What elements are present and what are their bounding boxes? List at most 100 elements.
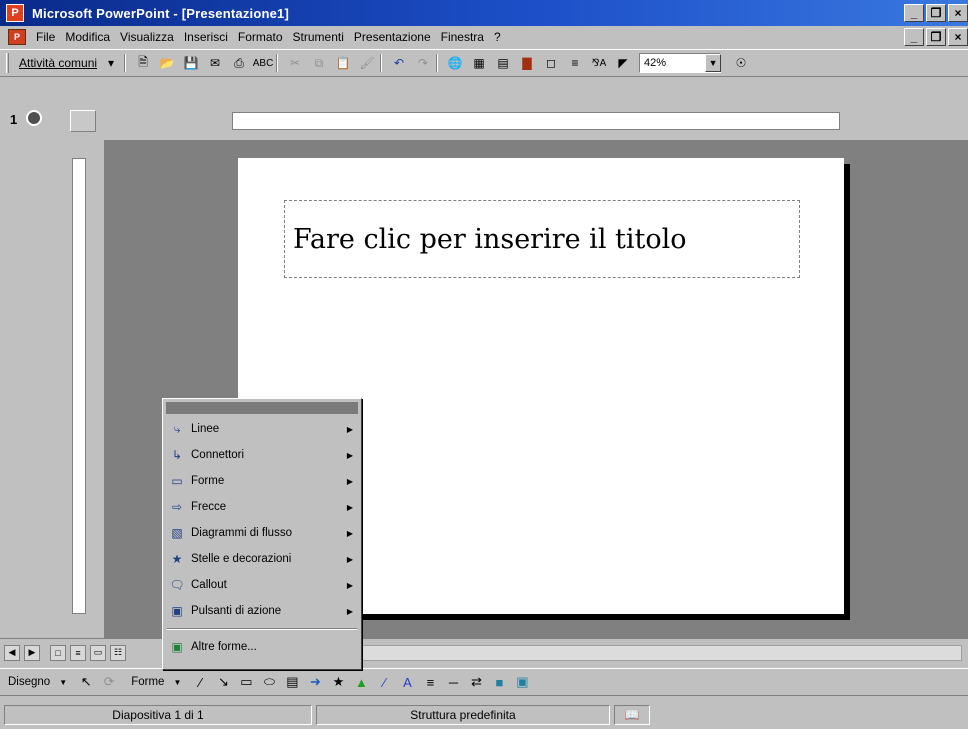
menu-item-connettori[interactable]: ↳ Connettori ▶ xyxy=(163,442,361,468)
insert-chart-icon[interactable]: ▇ xyxy=(517,53,537,73)
save-icon[interactable]: 💾 xyxy=(181,53,201,73)
menu-file[interactable]: File xyxy=(36,30,55,44)
menu-strumenti[interactable]: Strumenti xyxy=(293,30,344,44)
menu-item-altre-forme[interactable]: ▣ Altre forme... xyxy=(163,634,361,660)
undo-icon[interactable]: ↶ xyxy=(389,53,409,73)
horizontal-scrollbar[interactable] xyxy=(362,645,962,661)
toolbar-grip[interactable] xyxy=(6,53,9,73)
oval-icon[interactable]: ⬭ xyxy=(259,672,279,692)
zoom-value: 42% xyxy=(644,57,667,69)
menu-item-diagrammi-di-flusso[interactable]: ▧ Diagrammi di flusso ▶ xyxy=(163,520,361,546)
scroll-left-icon[interactable]: ◀ xyxy=(4,644,20,661)
autoshapes-arrow-icon[interactable]: ▼ xyxy=(167,672,187,692)
title-placeholder[interactable]: Fare clic per inserire il titolo xyxy=(284,200,800,278)
minimize-button[interactable]: _ xyxy=(904,4,924,22)
select-objects-icon[interactable]: ↖ xyxy=(76,672,96,692)
office-assistant-icon[interactable]: ☉ xyxy=(731,53,751,73)
new-document-icon[interactable]: 🗎 xyxy=(133,53,153,73)
menu-formato[interactable]: Formato xyxy=(238,30,283,44)
vertical-ruler[interactable] xyxy=(66,158,94,614)
toolbar-separator xyxy=(276,54,279,72)
status-design-text: Struttura predefinita xyxy=(410,707,516,722)
menu-item-label: Linee xyxy=(191,423,220,435)
outline-view-icon[interactable]: ≡ xyxy=(70,644,86,661)
menu-presentazione[interactable]: Presentazione xyxy=(354,30,431,44)
clipart-icon[interactable]: ★ xyxy=(328,672,348,692)
menu-help[interactable]: ? xyxy=(494,30,501,44)
menu-drag-handle[interactable] xyxy=(166,402,358,414)
menu-item-label: Stelle e decorazioni xyxy=(191,553,292,565)
vertical-ruler-scale xyxy=(72,158,86,614)
paste-icon[interactable]: 📋 xyxy=(333,53,353,73)
menu-item-callout[interactable]: 🗨 Callout ▶ xyxy=(163,572,361,598)
grayscale-icon[interactable]: ◤ xyxy=(613,53,633,73)
menu-item-pulsanti-di-azione[interactable]: ▣ Pulsanti di azione ▶ xyxy=(163,598,361,624)
normal-view-icon[interactable]: □ xyxy=(50,644,66,661)
zoom-dropdown-arrow-icon[interactable]: ▼ xyxy=(705,54,722,72)
3d-icon[interactable]: ▣ xyxy=(512,672,532,692)
arrow-icon[interactable]: ↘ xyxy=(213,672,233,692)
doc-restore-button[interactable]: ❐ xyxy=(926,28,946,46)
menu-finestra[interactable]: Finestra xyxy=(441,30,484,44)
expand-all-icon[interactable]: ≡ xyxy=(565,53,585,73)
document-icon[interactable]: P xyxy=(8,29,26,45)
status-slide-info: Diapositiva 1 di 1 xyxy=(4,704,312,725)
common-tasks-menu[interactable]: Attività comuni xyxy=(19,56,97,70)
slide-sorter-icon[interactable]: ☷ xyxy=(110,644,126,661)
show-formatting-icon[interactable]: ⅋A xyxy=(589,53,609,73)
ruler-corner xyxy=(70,110,96,132)
stars-banners-icon: ★ xyxy=(171,552,183,566)
draw-menu[interactable]: Disegno xyxy=(8,676,50,688)
doc-close-button[interactable]: × xyxy=(948,28,968,46)
line-style-icon[interactable]: ≡ xyxy=(420,672,440,692)
slide-view-icon[interactable]: ▭ xyxy=(90,644,106,661)
free-rotate-icon[interactable]: ⟳ xyxy=(99,672,119,692)
menu-item-stelle-e-decorazioni[interactable]: ★ Stelle e decorazioni ▶ xyxy=(163,546,361,572)
rectangle-icon[interactable]: ▭ xyxy=(236,672,256,692)
line-color-icon[interactable]: ∕ xyxy=(374,672,394,692)
menu-item-label: Forme xyxy=(191,475,225,487)
menu-item-linee[interactable]: ⤷ Linee ▶ xyxy=(163,416,361,442)
menu-modifica[interactable]: Modifica xyxy=(65,30,110,44)
insert-word-table-icon[interactable]: ▤ xyxy=(493,53,513,73)
title-placeholder-text: Fare clic per inserire il titolo xyxy=(293,223,687,255)
status-spell-check[interactable]: 📖 xyxy=(614,704,650,725)
menu-item-forme[interactable]: ▭ Forme ▶ xyxy=(163,468,361,494)
menu-item-frecce[interactable]: ⇨ Frecce ▶ xyxy=(163,494,361,520)
dropdown-arrow-icon[interactable]: ▾ xyxy=(101,53,121,73)
line-icon[interactable]: ∕ xyxy=(190,672,210,692)
dash-style-icon[interactable]: ─ xyxy=(443,672,463,692)
textbox-icon[interactable]: ▤ xyxy=(282,672,302,692)
menu-visualizza[interactable]: Visualizza xyxy=(120,30,174,44)
status-slide-info-text: Diapositiva 1 di 1 xyxy=(112,707,204,722)
scroll-right-icon[interactable]: ▶ xyxy=(24,644,40,661)
doc-minimize-button[interactable]: _ xyxy=(904,28,924,46)
format-painter-icon[interactable]: 🖌 xyxy=(357,53,377,73)
horizontal-ruler[interactable] xyxy=(232,112,840,130)
shadow-icon[interactable]: ■ xyxy=(489,672,509,692)
drawing-toolbar: Disegno ▼ ↖ ⟳ Forme ▼ ∕ ↘ ▭ ⬭ ▤ ➜ ★ ▲ ∕ … xyxy=(0,668,968,696)
restore-button[interactable]: ❐ xyxy=(926,4,946,22)
close-button[interactable]: × xyxy=(948,4,968,22)
email-icon[interactable]: ✉ xyxy=(205,53,225,73)
draw-menu-arrow-icon[interactable]: ▼ xyxy=(53,672,73,692)
open-folder-icon[interactable]: 📂 xyxy=(157,53,177,73)
spelling-icon[interactable]: ABC xyxy=(253,53,274,73)
font-color-icon[interactable]: A xyxy=(397,672,417,692)
autoshapes-menu[interactable]: Forme xyxy=(131,676,164,688)
cut-icon[interactable]: ✂ xyxy=(285,53,305,73)
autoshapes-menu-popup: ⤷ Linee ▶ ↳ Connettori ▶ ▭ Forme ▶ ⇨ Fre… xyxy=(162,398,362,670)
view-bar: ◀ ▶ □ ≡ ▭ ☷ xyxy=(0,638,968,666)
print-icon[interactable]: ⎙ xyxy=(229,53,249,73)
fill-color-icon[interactable]: ▲ xyxy=(351,672,371,692)
hyperlink-icon[interactable]: 🌐 xyxy=(445,53,465,73)
wordart-icon[interactable]: ➜ xyxy=(305,672,325,692)
menu-inserisci[interactable]: Inserisci xyxy=(184,30,228,44)
powerpoint-app-icon[interactable]: P xyxy=(6,4,24,22)
copy-icon[interactable]: ⧉ xyxy=(309,53,329,73)
insert-table-icon[interactable]: ▦ xyxy=(469,53,489,73)
arrow-style-icon[interactable]: ⇄ xyxy=(466,672,486,692)
slide-icon[interactable] xyxy=(26,110,42,126)
new-slide-icon[interactable]: ◻ xyxy=(541,53,561,73)
redo-icon[interactable]: ↷ xyxy=(413,53,433,73)
